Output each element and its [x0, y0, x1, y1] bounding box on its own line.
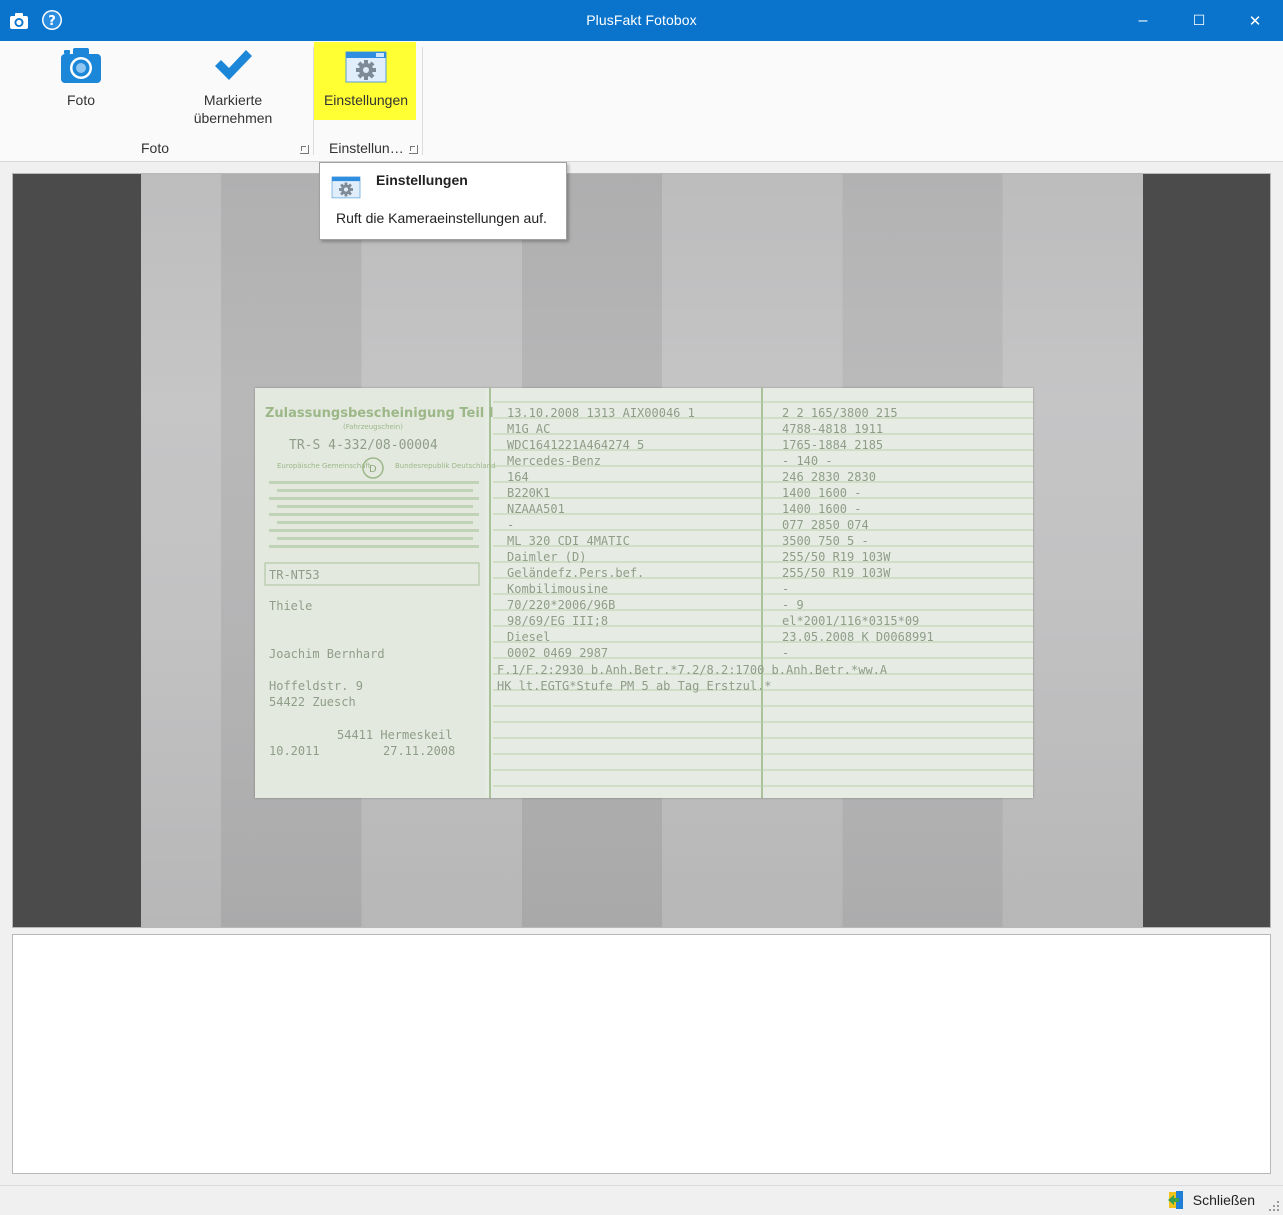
doc-mid-row: -	[507, 518, 514, 532]
doc-first-name: Joachim Bernhard	[269, 647, 385, 661]
photo-button-label: Foto	[66, 92, 95, 108]
group-separator	[422, 47, 423, 155]
camera-preview[interactable]: Zulassungsbescheinigung Teil I (Fahrzeug…	[12, 173, 1271, 928]
doc-date-b: 27.11.2008	[383, 744, 455, 758]
doc-right-row: 077 2850 074	[782, 518, 869, 532]
resize-grip-icon[interactable]	[1268, 1200, 1280, 1212]
take-marked-label-2: übernehmen	[193, 110, 273, 126]
doc-mid-row: 13.10.2008 1313 AIX00046 1	[507, 406, 695, 420]
doc-date-a: 10.2011	[269, 744, 320, 758]
result-text-area[interactable]	[12, 934, 1271, 1174]
doc-right-row: -	[782, 646, 789, 660]
tooltip-description: Ruft die Kameraeinstellungen auf.	[336, 210, 547, 226]
settings-button[interactable]: Einstellungen	[318, 45, 414, 109]
settings-tooltip: Einstellungen Ruft die Kameraeinstellung…	[319, 162, 567, 240]
doc-mid-row: WDC1641221A464274 5	[507, 438, 644, 452]
doc-right-row: 1400 1600 -	[782, 502, 861, 516]
photo-image: Zulassungsbescheinigung Teil I (Fahrzeug…	[141, 174, 1143, 927]
group-separator	[313, 47, 314, 155]
minimize-button[interactable]: –	[1115, 0, 1171, 41]
doc-right-row: el*2001/116*0315*09	[782, 614, 919, 628]
doc-mid-row: 70/220*2006/96B	[507, 598, 615, 612]
doc-mid-row: Kombilimousine	[507, 582, 608, 596]
doc-mid-row: B220K1	[507, 486, 550, 500]
settings-button-label: Einstellungen	[323, 92, 409, 108]
close-button[interactable]: Schließen	[1167, 1190, 1255, 1210]
doc-mid-row: NZAAA501	[507, 502, 565, 516]
doc-mid-row: Mercedes-Benz	[507, 454, 601, 468]
doc-right-row: -	[782, 582, 789, 596]
doc-right-row: 3500 750 5 -	[782, 534, 869, 548]
checkmark-icon	[215, 50, 252, 80]
doc-mid-row: Diesel	[507, 630, 550, 644]
status-bar: Schließen	[0, 1185, 1283, 1215]
doc-right-row: 2 2 165/3800 215	[782, 406, 898, 420]
settings-group-launcher-icon[interactable]	[409, 145, 418, 154]
doc-right-row: - 140 -	[782, 454, 833, 468]
tooltip-title: Einstellungen	[376, 172, 468, 188]
doc-mid-row: ML 320 CDI 4MATIC	[507, 534, 630, 548]
photo-button[interactable]: Foto	[46, 45, 116, 109]
doc-mid-row: M1G AC	[507, 422, 550, 436]
doc-right-row: 255/50 R19 103W	[782, 566, 891, 580]
take-marked-button[interactable]: Markierte übernehmen	[178, 45, 288, 127]
doc-right-row: 255/50 R19 103W	[782, 550, 891, 564]
doc-name: Thiele	[269, 599, 312, 613]
doc-note-row: HK lt.EGTG*Stufe PM 5 ab Tag Erstzul.*	[497, 679, 772, 693]
doc-city: 54422 Zuesch	[269, 695, 356, 709]
title-bar: ? PlusFakt Fotobox – ☐ ✕	[0, 0, 1283, 41]
ribbon: Foto Markierte übernehmen Einstellungen …	[0, 41, 1283, 162]
doc-subtitle: (Fahrzeugschein)	[343, 423, 403, 431]
doc-street: Hoffeldstr. 9	[269, 679, 363, 693]
close-button-label: Schließen	[1192, 1192, 1255, 1208]
doc-right-row: 246 2830 2830	[782, 470, 876, 484]
maximize-button[interactable]: ☐	[1171, 0, 1227, 41]
window-title: PlusFakt Fotobox	[586, 12, 697, 28]
doc-right-row: 1765-1884 2185	[782, 438, 883, 452]
take-marked-label-1: Markierte	[203, 92, 263, 108]
settings-window-icon	[345, 51, 387, 83]
doc-mid-row: 98/69/EG III;8	[507, 614, 608, 628]
doc-mid-row: Geländefz.Pers.bef.	[507, 566, 644, 580]
doc-plate: TR-NT53	[269, 568, 320, 582]
settings-window-icon	[331, 176, 361, 199]
doc-mid-row: 164	[507, 470, 529, 484]
doc-office: 54411 Hermeskeil	[337, 728, 453, 742]
exit-door-icon	[1167, 1191, 1183, 1209]
doc-right-row: 4788-4818 1911	[782, 422, 883, 436]
doc-note-row: F.1/F.2:2930 b.Anh.Betr.*7.2/8.2:1700 b.…	[497, 663, 888, 677]
doc-number: TR-S 4-332/08-00004	[289, 438, 438, 453]
doc-right-row: - 9	[782, 598, 804, 612]
camera-icon	[61, 48, 101, 83]
photo-group-label: Foto	[141, 140, 170, 156]
doc-country-right: Bundesrepublik Deutschland	[395, 462, 496, 470]
photo-group-launcher-icon[interactable]	[300, 145, 309, 154]
doc-mid-row: 0002 0469 2987	[507, 646, 608, 660]
doc-country-code: D	[369, 464, 377, 475]
doc-title: Zulassungsbescheinigung Teil I	[265, 406, 494, 421]
doc-right-row: 23.05.2008 K D0068991	[782, 630, 934, 644]
close-window-button[interactable]: ✕	[1227, 0, 1283, 41]
doc-right-row: 1400 1600 -	[782, 486, 861, 500]
doc-mid-row: Daimler (D)	[507, 550, 586, 564]
doc-country-left: Europäische Gemeinschaft	[277, 462, 371, 470]
registration-document: Zulassungsbescheinigung Teil I (Fahrzeug…	[255, 388, 1033, 798]
settings-group-label: Einstellun…	[329, 140, 404, 156]
